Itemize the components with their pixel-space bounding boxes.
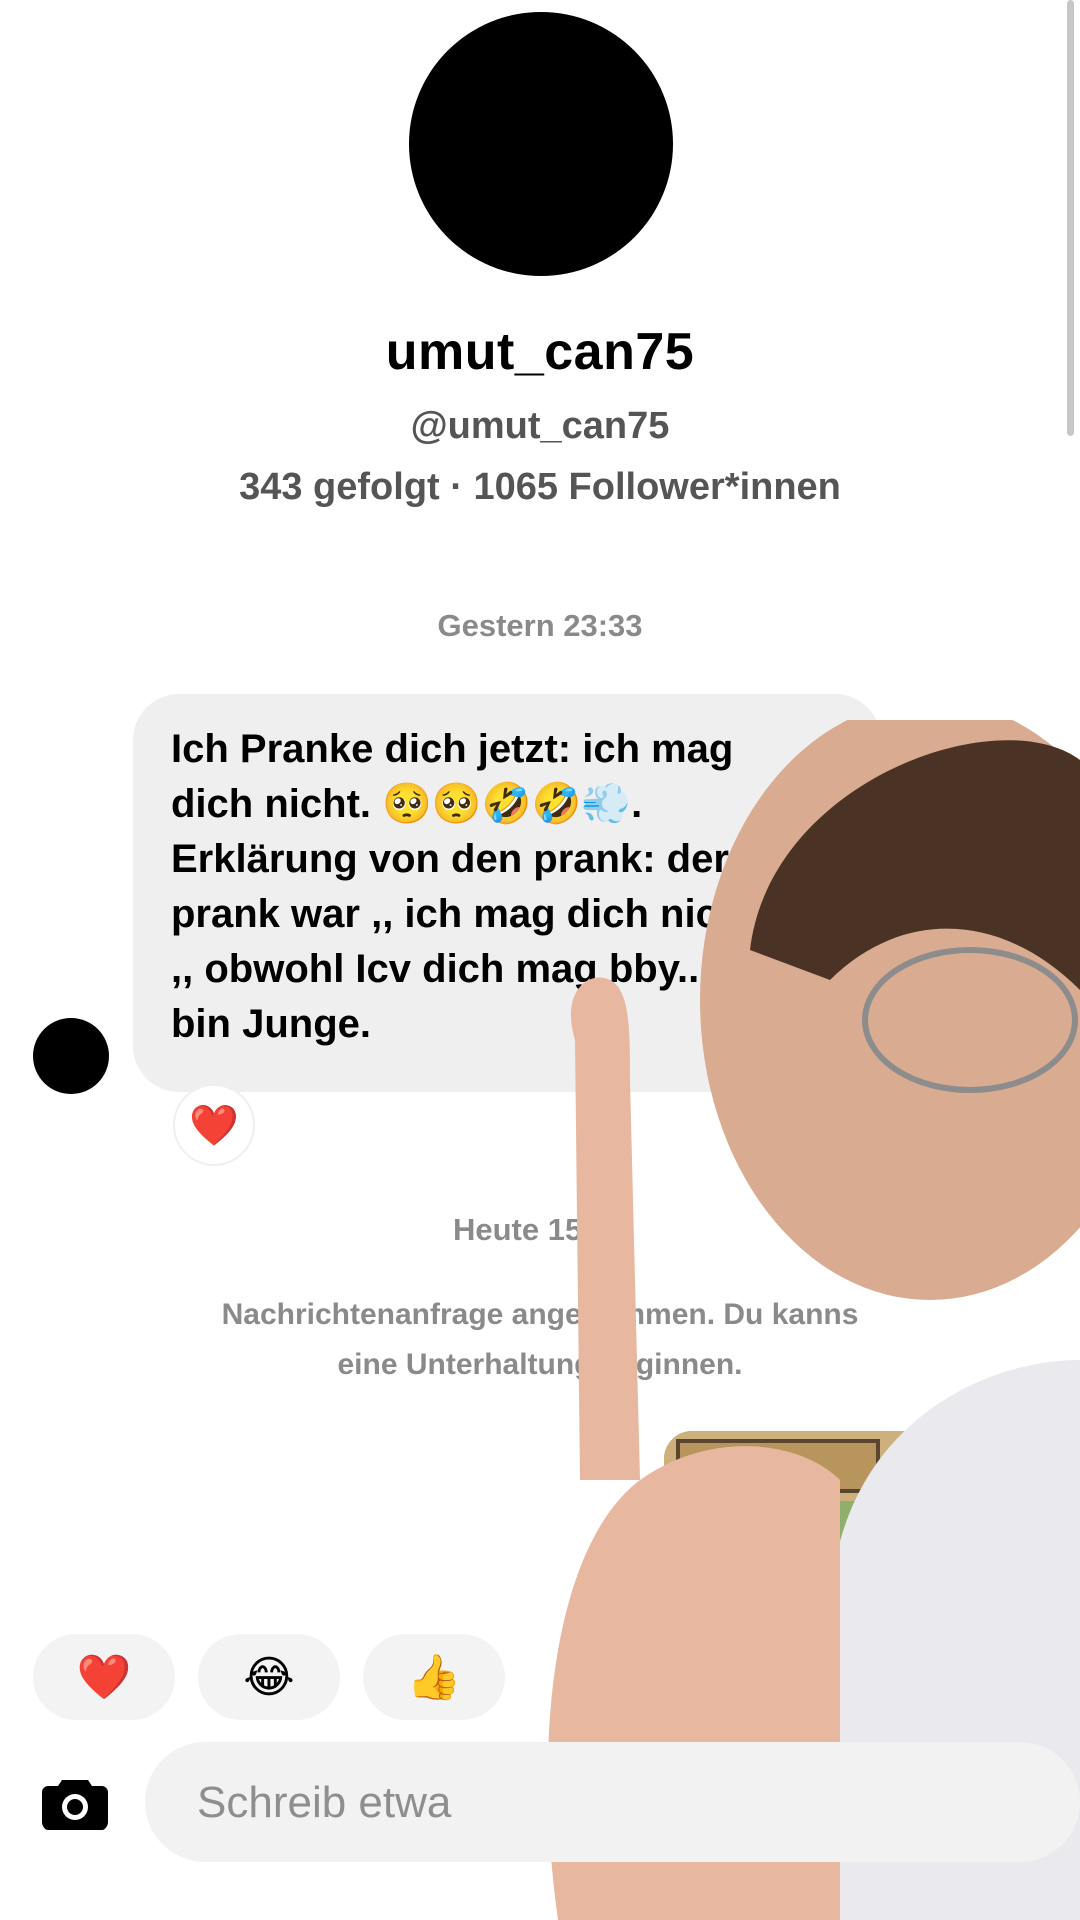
- message-composer[interactable]: [145, 1742, 1080, 1864]
- message-line: prank war ,, ich mag dich nicht: [171, 892, 756, 936]
- shared-media-thumbnail[interactable]: [664, 1431, 964, 1599]
- heart-reaction-icon: ❤️: [189, 1103, 239, 1148]
- quick-reaction-laugh[interactable]: 😂: [198, 1634, 340, 1720]
- system-note: Nachrichtenanfrage angenommen. Du kanns …: [150, 1290, 930, 1390]
- timestamp-yesterday: Gestern 23:33: [437, 608, 643, 643]
- camera-button[interactable]: [42, 1774, 108, 1830]
- timestamp-today: Heute 15:31: [452, 1212, 628, 1247]
- quick-reaction-heart[interactable]: ❤️: [33, 1634, 175, 1720]
- profile-handle: @umut_can75: [410, 405, 670, 447]
- message-input[interactable]: [195, 1742, 899, 1864]
- system-note-line: eine Unterhaltung beginnen.: [337, 1348, 743, 1381]
- cartoon-image-icon: [664, 1431, 964, 1599]
- quick-reaction-thumbs-up[interactable]: 👍: [363, 1634, 505, 1720]
- sender-avatar[interactable]: [33, 1018, 109, 1094]
- profile-avatar[interactable]: [409, 12, 673, 276]
- message-line: ,, obwohl Icv dich mag bby..: [171, 947, 700, 991]
- message-line: Ich Pranke dich jetzt: ich mag: [171, 727, 734, 771]
- message-line: dich nicht. 🥺🥺🤣🤣💨.: [171, 782, 643, 826]
- message-bubble[interactable]: Ich Pranke dich jetzt: ich mag dich nich…: [133, 694, 881, 1092]
- system-note-line: Nachrichtenanfrage angenommen. Du kanns: [221, 1298, 859, 1331]
- message-line: Erklärung von den prank: der: [171, 837, 729, 881]
- camera-icon: [42, 1780, 108, 1830]
- message-line: bin Junge.: [171, 1002, 371, 1046]
- thumbs-up-icon: 👍: [406, 1653, 462, 1702]
- profile-display-name: umut_can75: [385, 323, 695, 381]
- profile-stats: 343 gefolgt · 1065 Follower*innen: [239, 466, 841, 508]
- laugh-icon: 😂: [243, 1652, 295, 1702]
- message-reaction[interactable]: ❤️: [173, 1084, 255, 1166]
- heart-icon: ❤️: [76, 1653, 132, 1702]
